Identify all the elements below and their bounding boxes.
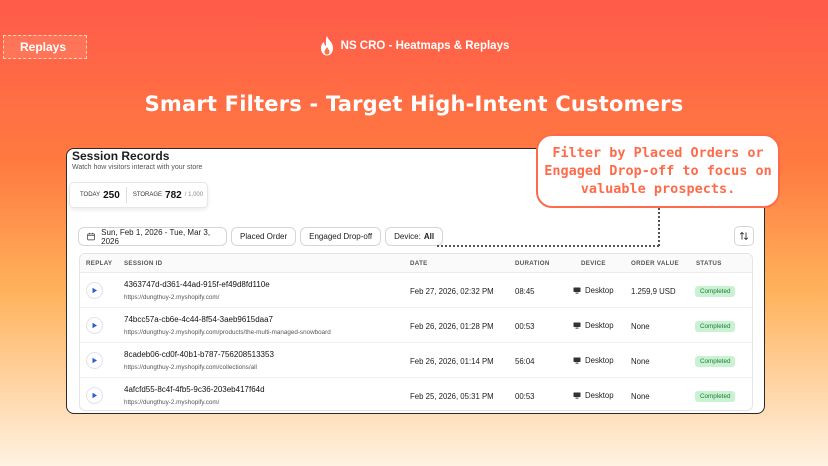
session-id: 8cadeb06-cd0f-40b1-b787-756208513353 xyxy=(124,350,274,359)
today-label: TODAY xyxy=(80,192,101,198)
device-filter-value: All xyxy=(423,232,435,241)
play-button[interactable] xyxy=(86,387,103,404)
session-device: Desktop xyxy=(573,321,614,330)
status-badge: Completed xyxy=(695,321,736,332)
status-badge: Completed xyxy=(695,391,736,402)
session-id: 4afcfd55-8c4f-4fb5-9c36-203eb417f64d xyxy=(124,385,265,394)
session-url: https://dungthuy-2.myshopify.com/product… xyxy=(124,329,331,336)
session-duration: 56:04 xyxy=(515,357,535,366)
session-device: Desktop xyxy=(573,286,614,295)
play-icon xyxy=(92,287,97,294)
page-headline: Smart Filters - Target High-Intent Custo… xyxy=(144,92,684,116)
session-duration: 00:53 xyxy=(515,392,535,401)
session-url: https://dungthuy-2.myshopify.com/ xyxy=(124,294,220,301)
col-device: DEVICE xyxy=(581,260,606,267)
table-header: REPLAY SESSION ID DATE DURATION DEVICE O… xyxy=(80,254,752,273)
placed-order-filter[interactable]: Placed Order xyxy=(231,227,297,246)
sort-button[interactable] xyxy=(734,226,754,246)
storage-label: STORAGE xyxy=(132,192,163,198)
col-status: STATUS xyxy=(696,260,722,267)
col-session-id: SESSION ID xyxy=(124,260,163,267)
session-url: https://dungthuy-2.myshopify.com/collect… xyxy=(124,364,257,371)
table-row[interactable]: 8cadeb06-cd0f-40b1-b787-756208513353 htt… xyxy=(80,343,752,378)
session-duration: 08:45 xyxy=(515,287,535,296)
usage-stats: TODAY 250 STORAGE 782 / 1,000 xyxy=(69,182,208,208)
calendar-icon xyxy=(87,232,95,241)
device-name: Desktop xyxy=(585,321,614,330)
storage-limit: / 1,000 xyxy=(184,192,204,198)
order-value: 1.259,9 USD xyxy=(631,287,676,296)
stats-divider xyxy=(125,187,127,203)
engaged-dropoff-label: Engaged Drop-off xyxy=(309,232,373,241)
session-date: Feb 26, 2026, 01:28 PM xyxy=(410,322,494,331)
date-range-picker[interactable]: Sun, Feb 1, 2026 - Tue, Mar 3, 2026 xyxy=(78,227,227,246)
device-filter[interactable]: Device: All xyxy=(385,227,444,246)
session-date: Feb 27, 2026, 02:32 PM xyxy=(410,287,494,296)
table-row[interactable]: 4afcfd55-8c4f-4fb5-9c36-203eb417f64d htt… xyxy=(80,378,752,410)
session-device: Desktop xyxy=(573,391,614,400)
brand-name: NS CRO - Heatmaps & Replays xyxy=(340,40,510,52)
desktop-icon xyxy=(573,357,581,364)
device-name: Desktop xyxy=(585,356,614,365)
flame-icon xyxy=(320,36,333,56)
session-date: Feb 26, 2026, 01:14 PM xyxy=(410,357,494,366)
play-button[interactable] xyxy=(86,317,103,334)
desktop-icon xyxy=(573,287,581,294)
status-badge: Completed xyxy=(695,356,736,367)
order-value: None xyxy=(631,357,650,366)
session-date: Feb 25, 2026, 05:31 PM xyxy=(410,392,494,401)
callout-connector-horizontal xyxy=(437,245,659,247)
order-value: None xyxy=(631,322,650,331)
session-url: https://dungthuy-2.myshopify.com/ xyxy=(124,399,220,406)
session-device: Desktop xyxy=(573,356,614,365)
session-id: 74bcc57a-cb6e-4c44-8f54-3aeb9615daa7 xyxy=(124,315,274,324)
device-name: Desktop xyxy=(585,391,614,400)
col-date: DATE xyxy=(410,260,428,267)
card-title: Session Records xyxy=(72,149,170,163)
brand-header: NS CRO - Heatmaps & Replays xyxy=(0,36,828,56)
table-row[interactable]: 74bcc57a-cb6e-4c44-8f54-3aeb9615daa7 htt… xyxy=(80,308,752,343)
play-button[interactable] xyxy=(86,282,103,299)
filter-callout: Filter by Placed Orders or Engaged Drop-… xyxy=(536,134,780,208)
session-table: REPLAY SESSION ID DATE DURATION DEVICE O… xyxy=(79,253,753,411)
session-duration: 00:53 xyxy=(515,322,535,331)
status-badge: Completed xyxy=(695,286,736,297)
device-name: Desktop xyxy=(585,286,614,295)
order-value: None xyxy=(631,392,650,401)
play-button[interactable] xyxy=(86,352,103,369)
table-row[interactable]: 4363747d-d361-44ad-915f-ef49d8fd110e htt… xyxy=(80,273,752,308)
col-order-value: ORDER VALUE xyxy=(631,260,679,267)
play-icon xyxy=(92,322,97,329)
device-filter-label: Device: xyxy=(394,232,421,241)
desktop-icon xyxy=(573,322,581,329)
filter-bar: Sun, Feb 1, 2026 - Tue, Mar 3, 2026 Plac… xyxy=(78,227,444,246)
desktop-icon xyxy=(573,392,581,399)
today-value: 250 xyxy=(103,189,120,201)
play-icon xyxy=(92,357,97,364)
sort-arrows-icon xyxy=(739,231,749,241)
session-id: 4363747d-d361-44ad-915f-ef49d8fd110e xyxy=(124,280,270,289)
date-range-text: Sun, Feb 1, 2026 - Tue, Mar 3, 2026 xyxy=(101,227,211,246)
play-icon xyxy=(92,392,97,399)
engaged-dropoff-filter[interactable]: Engaged Drop-off xyxy=(300,227,382,246)
placed-order-label: Placed Order xyxy=(240,232,288,241)
card-subtitle: Watch how visitors interact with your st… xyxy=(72,164,203,171)
storage-value: 782 xyxy=(165,189,182,201)
callout-connector-vertical xyxy=(658,208,660,246)
col-duration: DURATION xyxy=(515,260,550,267)
col-replay: REPLAY xyxy=(86,260,113,267)
